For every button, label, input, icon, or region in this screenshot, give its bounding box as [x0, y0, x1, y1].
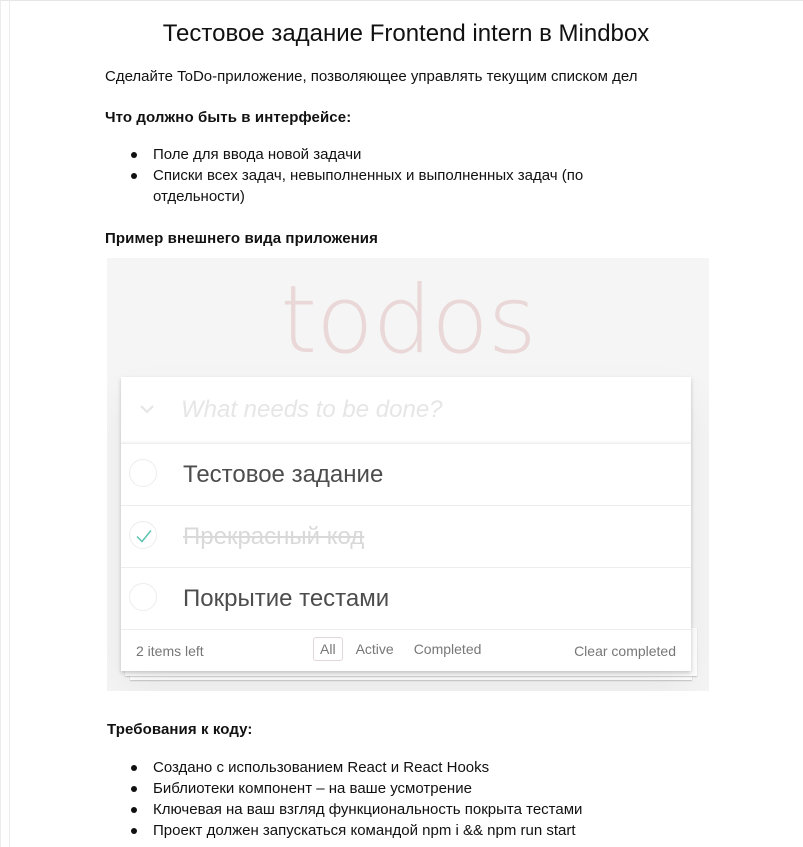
example-heading: Пример внешнего вида приложения: [105, 230, 378, 247]
page-title: Тестовое задание Frontend intern в Mindb…: [162, 20, 650, 47]
list-item: Библиотеки компонент – на ваше усмотрени…: [105, 778, 705, 799]
list-item-text: Поле для ввода новой задачи: [153, 146, 362, 163]
todo-item-label: Покрытие тестами: [183, 585, 390, 612]
list-item-text: Проект должен запускаться командой npm i…: [153, 822, 576, 839]
code-requirements-list: Создано с использованием React и React H…: [105, 757, 705, 841]
list-item: Списки всех задач, невыполненных и выпол…: [105, 165, 625, 207]
left-margin-rule: [9, 0, 10, 847]
todo-item: Тестовое задание: [121, 444, 691, 506]
todo-card: Тестовое задание Прекрасный код Покрытие…: [121, 377, 691, 671]
interface-list: Поле для ввода новой задачи Списки всех …: [105, 144, 625, 207]
list-item-text: Списки всех задач, невыполненных и выпол…: [153, 167, 584, 205]
bullet-icon: [131, 173, 137, 179]
list-item: Ключевая на ваш взгляд функциональность …: [105, 799, 705, 820]
clear-completed-button[interactable]: Clear completed: [574, 643, 676, 659]
code-heading: Требования к коду:: [107, 721, 253, 738]
todo-footer: 2 items left All Active Completed Clear …: [121, 630, 691, 671]
todo-item: Прекрасный код: [121, 506, 691, 568]
todo-logo: todos: [280, 266, 537, 375]
check-icon: [136, 530, 152, 543]
filter-completed[interactable]: Completed: [407, 637, 489, 661]
bullet-icon: [131, 807, 137, 813]
bullet-icon: [131, 765, 137, 771]
items-left-count: 2 items left: [136, 643, 204, 659]
todo-item-label: Тестовое задание: [183, 461, 384, 488]
todo-app-example: todos Тестовое задание Прекрасный код: [107, 258, 709, 691]
list-item: Проект должен запускаться командой npm i…: [105, 820, 705, 841]
todo-checkbox[interactable]: [129, 583, 157, 611]
list-item-text: Создано с использованием React и React H…: [153, 759, 490, 776]
bullet-icon: [131, 786, 137, 792]
bullet-icon: [131, 828, 137, 834]
todo-checkbox[interactable]: [129, 459, 157, 487]
list-item: Создано с использованием React и React H…: [105, 757, 705, 778]
list-item-text: Ключевая на ваш взгляд функциональность …: [153, 801, 583, 818]
todo-item-label: Прекрасный код: [183, 523, 365, 550]
bullet-icon: [131, 152, 137, 158]
filter-active[interactable]: Active: [349, 637, 401, 661]
chevron-down-icon[interactable]: [137, 399, 157, 419]
list-item: Поле для ввода новой задачи: [105, 144, 625, 165]
todo-item: Покрытие тестами: [121, 568, 691, 630]
intro-text: Сделайте ToDo-приложение, позволяющее уп…: [105, 68, 638, 85]
new-todo-row: [121, 377, 691, 444]
new-todo-input[interactable]: [181, 393, 671, 427]
filter-all[interactable]: All: [313, 637, 343, 661]
filter-tabs: All Active Completed: [310, 637, 491, 661]
todo-checkbox-checked[interactable]: [129, 521, 157, 549]
interface-heading: Что должно быть в интерфейсе:: [105, 109, 352, 126]
list-item-text: Библиотеки компонент – на ваше усмотрени…: [153, 780, 472, 797]
